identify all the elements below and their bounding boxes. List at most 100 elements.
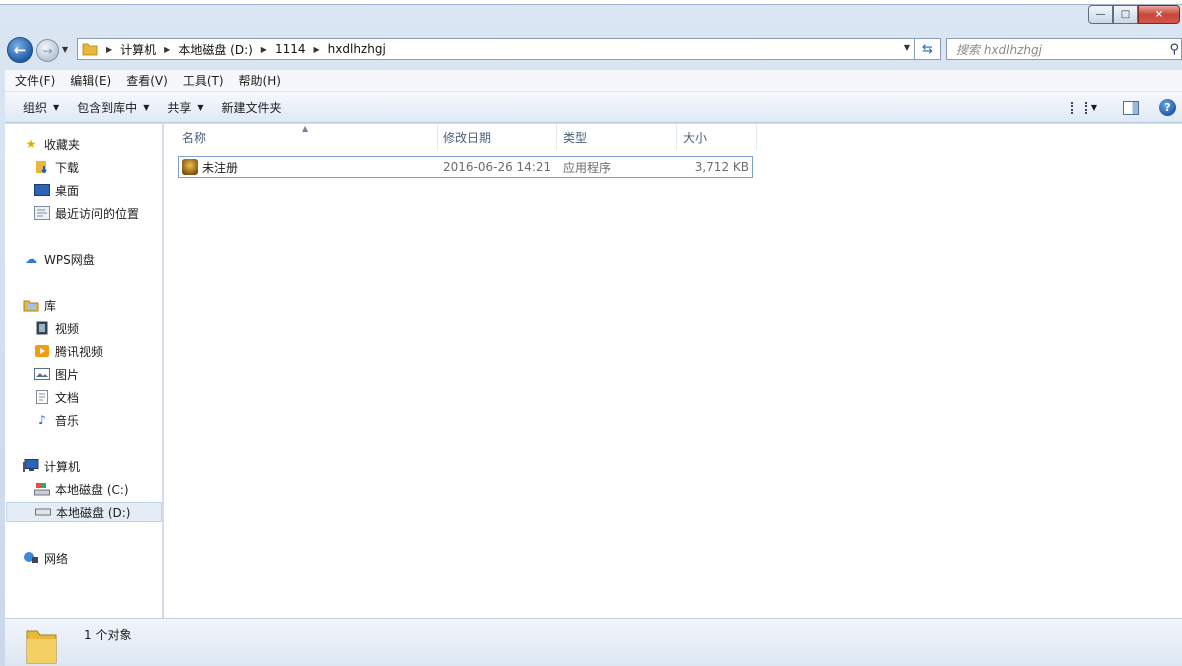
close-button[interactable]: × <box>1138 5 1180 24</box>
cloud-icon: ☁ <box>25 252 37 266</box>
preview-pane-icon[interactable] <box>1123 100 1139 115</box>
nav-libraries[interactable]: 库 <box>23 295 56 315</box>
organize-button[interactable]: 组织 ▼ <box>23 99 59 116</box>
caption-buttons: — □ × <box>1088 5 1180 24</box>
star-icon: ★ <box>25 137 37 151</box>
file-row[interactable]: 未注册 2016-06-26 14:21 应用程序 3,712 KB <box>178 156 753 178</box>
chevron-right-icon[interactable]: ▶ <box>164 45 170 54</box>
command-bar-right: ▼ ? <box>1070 92 1182 123</box>
nav-documents-label: 文档 <box>55 390 80 405</box>
column-header-date[interactable]: 修改日期 <box>437 124 557 150</box>
network-icon <box>23 551 39 565</box>
nav-drive-c-label: 本地磁盘 (C:) <box>55 482 129 497</box>
nav-drive-c[interactable]: 本地磁盘 (C:) <box>34 479 129 499</box>
address-row: ← → ▼ ▶ 计算机 ▶ 本地磁盘 (D:) ▶ 1114 ▶ hxdlhzh… <box>0 34 1182 66</box>
include-in-library-label: 包含到库中 <box>77 100 138 115</box>
share-label: 共享 <box>167 100 192 115</box>
menu-tools[interactable]: 工具(T) <box>178 72 229 89</box>
nav-drive-d[interactable]: 本地磁盘 (D:) <box>6 502 162 522</box>
menu-edit[interactable]: 编辑(E) <box>65 72 116 89</box>
address-dropdown-icon[interactable]: ▼ <box>904 43 910 52</box>
nav-music-label: 音乐 <box>55 413 80 428</box>
sort-ascending-icon: ▲ <box>302 124 309 133</box>
chevron-right-icon[interactable]: ▶ <box>261 45 267 54</box>
file-size: 3,712 KB <box>694 160 749 174</box>
column-header-size-label: 大小 <box>683 130 708 145</box>
nav-desktop[interactable]: 桌面 <box>34 180 79 200</box>
menu-file[interactable]: 文件(F) <box>10 72 60 89</box>
column-header-name-label: 名称 <box>182 130 207 145</box>
nav-computer[interactable]: 计算机 <box>23 456 80 476</box>
explorer-window: — □ × ← → ▼ ▶ 计算机 ▶ 本地磁盘 (D:) ▶ 1114 ▶ h… <box>0 0 1182 666</box>
chevron-down-icon: ▼ <box>143 102 150 112</box>
nav-music[interactable]: ♪ 音乐 <box>34 410 79 430</box>
download-folder-icon <box>34 160 50 174</box>
command-bar: 组织 ▼ 包含到库中 ▼ 共享 ▼ 新建文件夹 ▼ ? <box>5 92 1182 123</box>
nav-recent-label: 最近访问的位置 <box>55 206 140 221</box>
file-name-cell: 未注册 <box>182 157 437 177</box>
document-icon <box>34 390 50 404</box>
title-bar: — □ × <box>0 0 1182 30</box>
file-type: 应用程序 <box>563 160 612 175</box>
nav-downloads[interactable]: 下载 <box>34 157 79 177</box>
item-count: 1 个对象 <box>84 628 132 642</box>
search-input[interactable]: 搜索 hxdlhzhgj <box>956 41 1169 58</box>
nav-network[interactable]: 网络 <box>23 548 68 568</box>
music-note-icon: ♪ <box>38 413 46 427</box>
help-icon[interactable]: ? <box>1159 99 1176 116</box>
minimize-button[interactable]: — <box>1088 5 1113 24</box>
address-bar[interactable]: ▶ 计算机 ▶ 本地磁盘 (D:) ▶ 1114 ▶ hxdlhzhgj ▼ <box>77 38 915 60</box>
nav-documents[interactable]: 文档 <box>34 387 79 407</box>
nav-recent-places[interactable]: 最近访问的位置 <box>34 203 139 223</box>
chevron-down-icon: ▼ <box>197 102 204 112</box>
view-dropdown-icon[interactable]: ▼ <box>1091 103 1097 112</box>
computer-icon <box>23 459 39 473</box>
recent-places-icon <box>34 206 50 220</box>
back-button[interactable]: ← <box>7 37 33 63</box>
view-options-icon[interactable] <box>1070 101 1087 114</box>
nav-favorites[interactable]: ★ 收藏夹 <box>23 134 80 154</box>
desktop-icon <box>34 183 50 197</box>
nav-downloads-label: 下载 <box>55 160 80 175</box>
chevron-down-icon: ▼ <box>53 102 60 112</box>
nav-tencent-video[interactable]: 腾讯视频 <box>34 341 103 361</box>
column-header-type[interactable]: 类型 <box>557 124 677 150</box>
share-button[interactable]: 共享 ▼ <box>167 99 203 116</box>
navigation-pane: ★ 收藏夹 下载 桌面 最近访问的位置 ☁ WPS网盘 库 视频 腾讯视频 图片… <box>5 124 163 618</box>
recent-pages-dropdown[interactable]: ▼ <box>62 45 72 55</box>
nav-pictures[interactable]: 图片 <box>34 364 79 384</box>
refresh-button[interactable]: ⇆ <box>915 38 941 60</box>
forward-arrow-icon: → <box>42 43 53 58</box>
breadcrumb-1114[interactable]: 1114 <box>275 42 306 56</box>
breadcrumb-drive-d[interactable]: 本地磁盘 (D:) <box>178 41 252 58</box>
menu-view[interactable]: 查看(V) <box>121 72 173 89</box>
nav-videos-label: 视频 <box>55 321 80 336</box>
maximize-button[interactable]: □ <box>1113 5 1138 24</box>
chevron-right-icon[interactable]: ▶ <box>314 45 320 54</box>
nav-videos[interactable]: 视频 <box>34 318 79 338</box>
nav-network-label: 网络 <box>44 551 69 566</box>
nav-tencent-video-label: 腾讯视频 <box>55 344 104 359</box>
include-in-library-button[interactable]: 包含到库中 ▼ <box>77 99 149 116</box>
folder-icon <box>82 43 98 56</box>
back-arrow-icon: ← <box>13 41 27 59</box>
breadcrumb-current-folder[interactable]: hxdlhzhgj <box>328 42 386 56</box>
nav-computer-label: 计算机 <box>44 459 81 474</box>
folder-icon <box>26 630 57 664</box>
forward-button[interactable]: → <box>36 39 59 62</box>
title-bar-edge <box>0 0 1182 5</box>
nav-favorites-label: 收藏夹 <box>44 137 81 152</box>
tencent-video-icon <box>34 344 50 358</box>
menu-help[interactable]: 帮助(H) <box>234 72 286 89</box>
organize-label: 组织 <box>23 100 48 115</box>
nav-wps-cloud[interactable]: ☁ WPS网盘 <box>23 249 95 269</box>
details-pane: 1 个对象 <box>5 618 1182 666</box>
column-header-type-label: 类型 <box>563 130 588 145</box>
search-icon[interactable]: ⚲ <box>1169 42 1179 57</box>
column-header-date-label: 修改日期 <box>443 130 492 145</box>
breadcrumb-computer[interactable]: 计算机 <box>120 41 156 58</box>
search-box[interactable]: 搜索 hxdlhzhgj ⚲ <box>946 38 1182 60</box>
chevron-right-icon[interactable]: ▶ <box>106 45 112 54</box>
new-folder-button[interactable]: 新建文件夹 <box>222 99 282 116</box>
column-header-size[interactable]: 大小 <box>677 124 757 150</box>
